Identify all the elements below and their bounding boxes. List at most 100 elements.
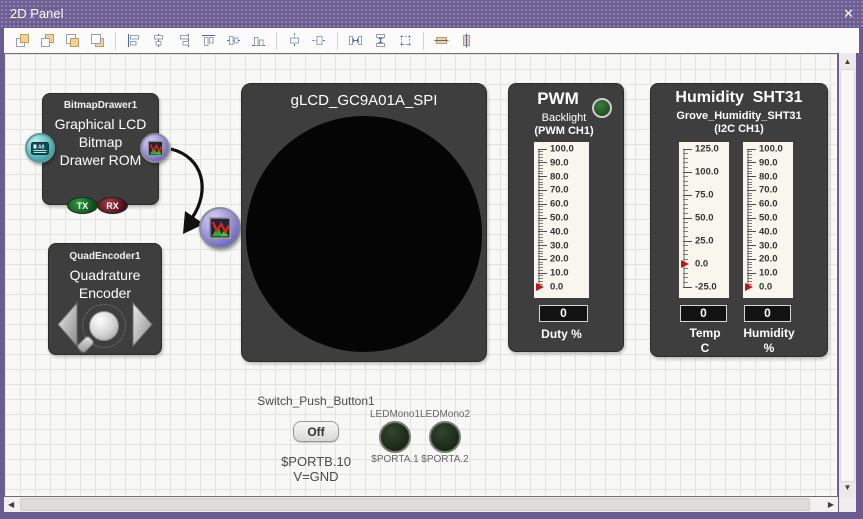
encoder-right-arrow[interactable] [131, 301, 154, 348]
vertical-scroll-thumb[interactable] [840, 69, 855, 482]
gauge-tick [683, 158, 688, 159]
gauge-tick [538, 251, 543, 252]
toolbar-space-equally-vertical-button[interactable] [369, 30, 392, 51]
gauge-tick [683, 167, 688, 168]
gauge-tick [747, 240, 752, 241]
push-button-off[interactable]: Off [293, 421, 339, 442]
temp-value-display: 0 [680, 305, 727, 322]
gauge-tick [747, 193, 752, 194]
gauge-tick [683, 208, 688, 209]
toolbar-bring-to-front-button[interactable] [11, 30, 34, 51]
gauge-tick [747, 187, 752, 188]
gauge-tick [683, 222, 688, 223]
titlebar[interactable]: 2D Panel ✕ [0, 0, 863, 28]
led2-indicator [429, 421, 461, 453]
gauge-tick [747, 278, 752, 279]
horizontal-scrollbar[interactable]: ◀ ▶ [4, 497, 838, 512]
toolbar-snap-to-grid-button[interactable] [394, 30, 417, 51]
gauge-tick-label: 60.0 [759, 199, 778, 210]
gauge-tick-label: 50.0 [759, 213, 778, 224]
gauge-tick-label: 40.0 [759, 226, 778, 237]
humidity-label: Humidity [723, 326, 815, 340]
scroll-left-icon[interactable]: ◀ [8, 501, 14, 509]
component-humidity-sht31[interactable]: Humidity SHT31 Grove_Humidity_SHT31 (I2C… [650, 83, 828, 357]
toolbar-center-vertically-button[interactable] [308, 30, 331, 51]
svg-text:A8: A8 [38, 144, 45, 150]
gauge-tick [538, 278, 543, 279]
gauge-tick [683, 153, 688, 154]
gauge-tick [683, 273, 688, 274]
gauge-tick [747, 270, 752, 271]
gauge-tick [538, 270, 543, 271]
toolbar-align-horizontal-centers-button[interactable] [147, 30, 170, 51]
rx-pin[interactable]: RX [97, 197, 128, 214]
toolbar-align-rights-button[interactable] [172, 30, 195, 51]
toolbar-send-to-back-button[interactable] [36, 30, 59, 51]
gauge-tick [747, 195, 752, 196]
component-glcd-display[interactable]: gLCD_GC9A01A_SPI [241, 83, 487, 362]
gauge-tick [538, 168, 543, 169]
gauge-tick [538, 234, 543, 235]
toolbar-align-lefts-button[interactable] [122, 30, 145, 51]
gauge-tick [538, 201, 543, 202]
horizontal-scroll-thumb[interactable] [20, 498, 810, 511]
toolbar-size-to-width-button[interactable] [430, 30, 453, 51]
gauge-tick [747, 184, 752, 185]
encoder-knob[interactable] [89, 311, 119, 341]
component-pwm-backlight[interactable]: PWM Backlight (PWM CH1) 100.090.080.070.… [508, 83, 624, 352]
gauge-tick [683, 162, 688, 163]
glcd-screen [246, 116, 482, 352]
toolbar-bring-forward-button[interactable] [61, 30, 84, 51]
vertical-scrollbar[interactable]: ▲ ▼ [839, 53, 856, 497]
gauge-tick-label: 30.0 [550, 240, 569, 251]
scroll-down-icon[interactable]: ▼ [839, 484, 856, 492]
gauge-tick [538, 198, 543, 199]
gauge-tick [538, 212, 543, 213]
led1-port-label: $PORTA.1 [371, 454, 418, 465]
toolbar-separator [337, 32, 338, 50]
toolbar-align-tops-button[interactable] [197, 30, 220, 51]
size-to-height-icon [458, 32, 475, 49]
component-title-line: Quadrature [49, 266, 161, 284]
tx-pin[interactable]: TX [67, 197, 98, 214]
toolbar-center-horizontally-button[interactable] [283, 30, 306, 51]
lcd-text-input-pin[interactable]: A8 [25, 133, 55, 163]
gauge-tick [538, 273, 547, 274]
led1-name-label: LEDMono1 [370, 409, 420, 420]
gauge-pointer-label: 0.0 [550, 282, 563, 293]
gauge-tick [747, 251, 752, 252]
bitmap-output-pin[interactable] [140, 133, 170, 163]
gauge-tick [538, 220, 543, 221]
encoder-left-arrow[interactable] [56, 301, 79, 348]
gauge-tick [683, 213, 688, 214]
toolbar-align-vertical-centers-button[interactable] [222, 30, 245, 51]
toolbar-space-equally-horizontal-button[interactable] [344, 30, 367, 51]
gauge-tick [538, 165, 543, 166]
gauge-tick [683, 236, 688, 237]
gauge-tick-label: 60.0 [550, 199, 569, 210]
gauge-tick [538, 209, 543, 210]
scroll-right-icon[interactable]: ▶ [828, 501, 834, 509]
toolbar-send-backward-button[interactable] [86, 30, 109, 51]
close-icon[interactable]: ✕ [843, 0, 854, 28]
toolbar-size-to-height-button[interactable] [455, 30, 478, 51]
design-canvas[interactable]: BitmapDrawer1 Graphical LCD Bitmap Drawe… [4, 53, 838, 497]
gauge-tick [747, 256, 752, 257]
gauge-tick-label: 50.0 [695, 213, 714, 224]
gauge-tick [747, 149, 756, 150]
gauge-tick [538, 223, 543, 224]
gauge-tick [538, 171, 543, 172]
scroll-up-icon[interactable]: ▲ [839, 58, 856, 66]
component-quad-encoder[interactable]: QuadEncoder1 Quadrature Encoder [48, 243, 162, 355]
gauge-tick [747, 212, 752, 213]
gauge-tick [538, 162, 547, 163]
send-to-back-icon [39, 32, 56, 49]
bring-to-front-icon [14, 32, 31, 49]
gauge-tick [747, 264, 752, 265]
display-input-connector[interactable] [199, 207, 241, 249]
gauge-tick [747, 218, 756, 219]
gauge-tick [538, 226, 543, 227]
toolbar-align-bottoms-button[interactable] [247, 30, 270, 51]
gauge-tick [747, 275, 752, 276]
gauge-tick [538, 176, 547, 177]
